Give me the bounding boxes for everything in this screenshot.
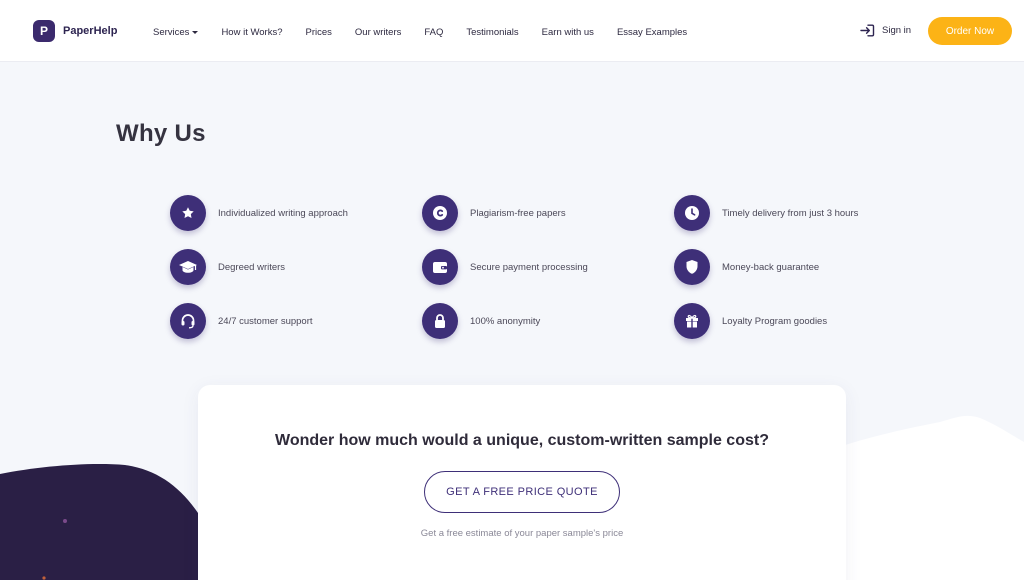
feature-item: 24/7 customer support xyxy=(170,303,313,339)
nav-item-our-writers[interactable]: Our writers xyxy=(355,27,401,38)
feature-label: Individualized writing approach xyxy=(218,207,348,219)
feature-item: Timely delivery from just 3 hours xyxy=(674,195,858,231)
feature-label: 24/7 customer support xyxy=(218,315,313,327)
feature-label: Secure payment processing xyxy=(470,261,588,273)
wallet-icon xyxy=(422,249,458,285)
nav-item-earn-with-us[interactable]: Earn with us xyxy=(542,27,594,38)
main-nav: Services How it Works? Prices Our writer… xyxy=(153,27,710,38)
nav-item-how-it-works[interactable]: How it Works? xyxy=(221,27,282,38)
gift-icon xyxy=(674,303,710,339)
section-title: Why Us xyxy=(116,120,206,147)
lock-icon xyxy=(422,303,458,339)
sign-in-label: Sign in xyxy=(882,25,912,36)
price-quote-title: Wonder how much would a unique, custom-w… xyxy=(275,432,769,449)
price-quote-card: Wonder how much would a unique, custom-w… xyxy=(198,385,846,580)
sign-in-link[interactable]: Sign in xyxy=(860,24,911,37)
feature-item: Secure payment processing xyxy=(422,249,588,285)
order-now-button[interactable]: Order Now xyxy=(928,17,1012,45)
feature-item: Loyalty Program goodies xyxy=(674,303,827,339)
site-header: P PaperHelp Services How it Works? Price… xyxy=(0,0,1024,62)
feature-item: Money-back guarantee xyxy=(674,249,819,285)
feature-item: Individualized writing approach xyxy=(170,195,348,231)
copyright-icon xyxy=(422,195,458,231)
sign-in-icon xyxy=(860,24,875,37)
nav-item-services[interactable]: Services xyxy=(153,27,199,38)
nav-label: Services xyxy=(153,27,190,38)
caret-down-icon xyxy=(192,31,199,34)
feature-label: Money-back guarantee xyxy=(722,261,820,273)
decorative-light-hill xyxy=(830,415,1024,580)
logo[interactable]: P PaperHelp xyxy=(33,20,117,42)
feature-label: Timely delivery from just 3 hours xyxy=(722,207,859,219)
get-free-price-quote-button[interactable]: GET A FREE PRICE QUOTE xyxy=(424,471,620,513)
shield-icon xyxy=(674,249,710,285)
graduation-cap-icon xyxy=(170,249,206,285)
feature-label: 100% anonymity xyxy=(470,315,541,327)
headset-icon xyxy=(170,303,206,339)
feature-item: Degreed writers xyxy=(170,249,285,285)
nav-item-testimonials[interactable]: Testimonials xyxy=(466,27,518,38)
star-icon xyxy=(170,195,206,231)
price-quote-subtitle: Get a free estimate of your paper sample… xyxy=(420,528,624,539)
feature-item: 100% anonymity xyxy=(422,303,540,339)
logo-text: PaperHelp xyxy=(63,25,118,37)
feature-item: Plagiarism-free papers xyxy=(422,195,566,231)
nav-item-prices[interactable]: Prices xyxy=(306,27,332,38)
nav-item-essay-examples[interactable]: Essay Examples xyxy=(617,27,687,38)
feature-label: Degreed writers xyxy=(218,261,286,273)
logo-mark-icon: P xyxy=(33,20,55,42)
feature-label: Loyalty Program goodies xyxy=(722,315,828,327)
clock-icon xyxy=(674,195,710,231)
nav-item-faq[interactable]: FAQ xyxy=(424,27,443,38)
feature-label: Plagiarism-free papers xyxy=(470,207,566,219)
